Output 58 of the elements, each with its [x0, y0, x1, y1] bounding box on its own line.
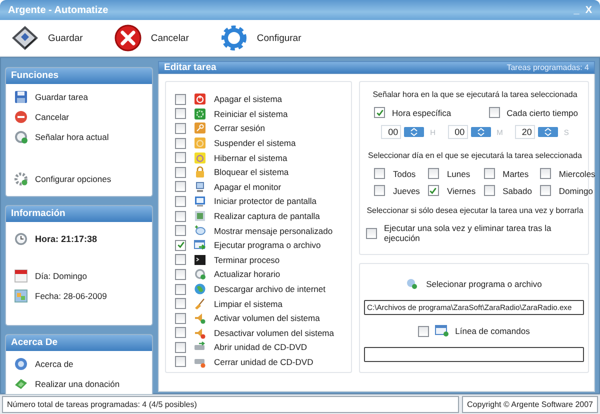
panel-title: Información	[6, 206, 152, 222]
day-label: Martes	[502, 168, 529, 178]
task-count: Tareas programadas: 4	[506, 63, 589, 72]
copyright-text: Copyright © Argente Software 2007	[462, 396, 598, 413]
day-label: Todos	[393, 168, 416, 178]
option-label: Ejecutar una sola vez y eliminar tarea tras la ejecución	[384, 223, 552, 243]
task-label: Realizar captura de pantalla	[214, 211, 320, 222]
panel-title: Editar tarea	[164, 62, 216, 73]
time-field[interactable]: 00	[381, 125, 402, 139]
sidebar-link[interactable]: Señalar hora actual	[35, 132, 109, 142]
sidebar-link[interactable]: Cancelar	[35, 112, 70, 122]
task-label: Actualizar horario	[214, 269, 280, 280]
info-text: Fecha: 28-06-2009	[35, 291, 107, 301]
time-field[interactable]: 00	[448, 125, 468, 139]
task-label: Descargar archivo de internet	[214, 284, 326, 294]
day-label: Viernes	[446, 186, 476, 196]
option-label: Hora específica	[392, 108, 452, 118]
task-label: Apagar el sistema	[214, 94, 282, 104]
task-label: Cerrar unidad de CD-DVD	[214, 356, 314, 367]
section-heading: Seleccionar día en el que se ejecutará la tarea seleccionada	[367, 151, 583, 160]
select-file-link[interactable]: Selecionar programa o archivo	[426, 279, 542, 289]
save-button[interactable]: Guardar	[6, 22, 87, 54]
option-label: Línea de comandos	[455, 326, 530, 336]
sidebar-link[interactable]: Guardar tarea	[35, 92, 88, 102]
configure-button[interactable]: Configurar	[214, 22, 306, 54]
option-label: Cada cierto tiempo	[506, 108, 578, 118]
task-label: Limpiar el sistema	[214, 298, 282, 309]
task-label: Terminar proceso	[214, 254, 280, 265]
day-label: Jueves	[393, 186, 420, 196]
cancel-button[interactable]: Cancelar	[108, 22, 193, 54]
day-label: Lunes	[446, 168, 470, 178]
day-label: Miercoles	[558, 168, 596, 178]
info-text: Hora: 21:17:38	[35, 234, 98, 244]
task-label: Cerrar sesión	[214, 123, 266, 134]
section-heading: Señalar hora en la que se ejecutará la tarea seleccionada	[372, 90, 578, 99]
task-label: Suspender el sistema	[214, 138, 296, 148]
panel-title: Acerca De	[6, 335, 152, 351]
task-label: Hibernar el sistema	[214, 152, 288, 163]
panel-title: Funciones	[6, 68, 152, 84]
task-label: Ejecutar programa o archivo	[214, 240, 321, 250]
section-heading: Seleccionar si sólo desea ejecutar la tarea una vez y borrarla	[366, 206, 584, 215]
sidebar-link[interactable]: Configurar opciones	[35, 174, 112, 184]
task-label: Bloquear el sistema	[214, 167, 289, 178]
task-label: Reiniciar el sistema	[214, 108, 288, 119]
task-label: Mostrar mensaje personalizado	[214, 226, 333, 236]
task-label: Iniciar protector de pantalla	[214, 196, 317, 206]
task-label: Apagar el monitor	[214, 182, 282, 192]
time-field[interactable]: 20	[514, 125, 535, 139]
task-label: Abrir unidad de CD-DVD	[214, 342, 308, 352]
info-text: Día: Domingo	[35, 271, 87, 281]
status-text: Número total de tareas programadas: 4 (4/5 posibles)	[2, 396, 460, 413]
sidebar-link[interactable]: Realizar una donación	[35, 379, 120, 389]
window-title: Argente - Automatize	[8, 4, 110, 16]
day-label: Domingo	[558, 186, 593, 196]
task-label: Desactivar volumen del sistema	[214, 328, 334, 338]
sidebar-link[interactable]: Acerca de	[35, 359, 74, 369]
task-label: Activar volumen del sistema	[214, 313, 320, 324]
day-label: Sabado	[502, 186, 532, 196]
